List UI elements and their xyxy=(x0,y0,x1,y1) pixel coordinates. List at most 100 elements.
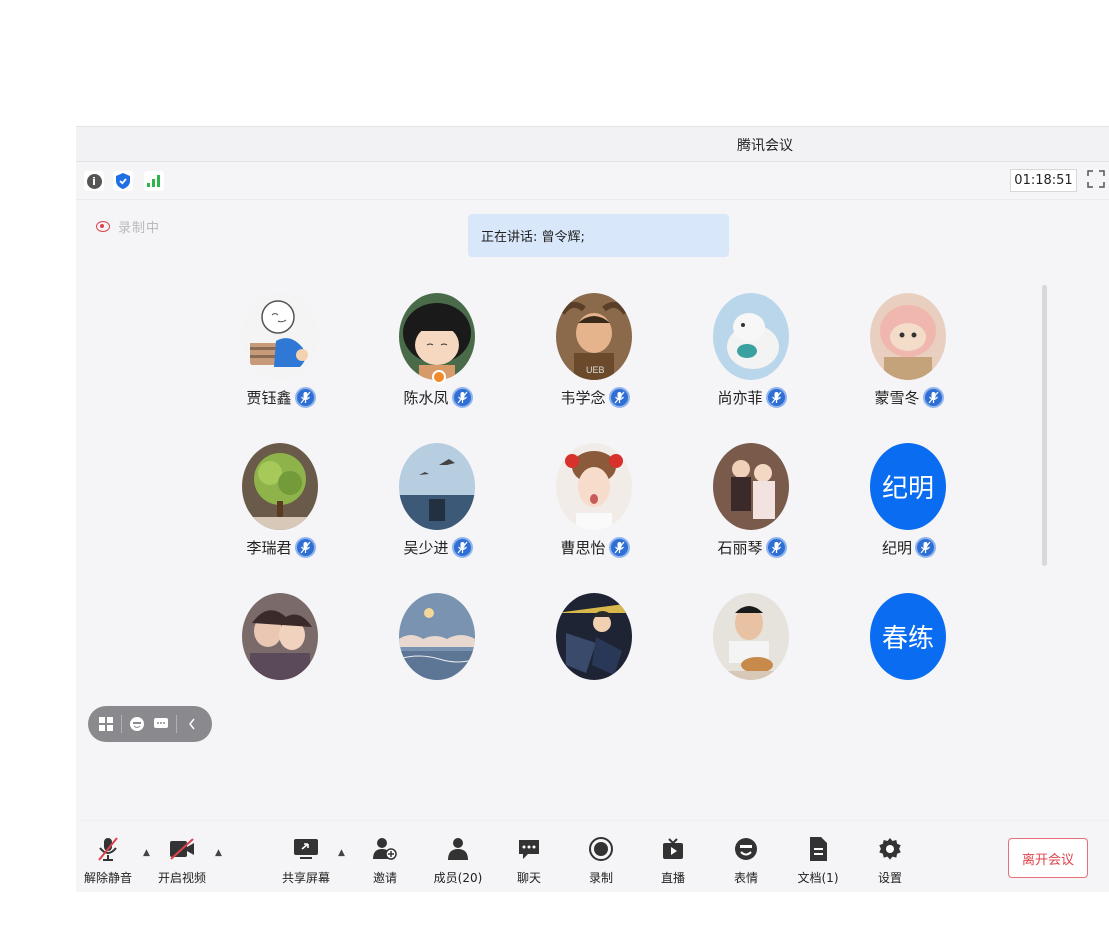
microphone-muted-icon xyxy=(608,387,630,408)
network-signal-icon[interactable] xyxy=(144,171,164,191)
view-controls-float-bar xyxy=(88,706,212,742)
participant-tile[interactable]: 春练 xyxy=(859,590,979,730)
smiley-icon xyxy=(733,835,759,863)
participant-tile[interactable]: 陈水凤 xyxy=(388,290,508,430)
leave-meeting-button[interactable]: 离开会议 xyxy=(1008,838,1088,878)
avatar xyxy=(399,293,475,380)
chat-button[interactable]: 聊天 xyxy=(499,835,559,886)
members-icon xyxy=(446,835,470,863)
share-options-caret-icon[interactable]: ▲ xyxy=(338,848,348,858)
window-title: 腾讯会议 xyxy=(737,138,793,154)
participant-tile[interactable] xyxy=(702,590,822,730)
host-badge-icon xyxy=(432,370,446,384)
participant-tile[interactable]: 吴少进 xyxy=(388,440,508,580)
meeting-window: 腾讯会议 i 01:18:51 录制中 正在讲话: 曾令辉; 贾钰鑫 陈水凤 U… xyxy=(76,126,1109,892)
svg-text:UEB: UEB xyxy=(586,365,605,375)
record-label: 录制 xyxy=(588,871,613,885)
microphone-muted-icon xyxy=(294,387,316,408)
avatar xyxy=(870,293,946,380)
reactions-label: 表情 xyxy=(733,871,758,885)
participant-name-row: 贾钰鑫 xyxy=(231,387,351,408)
chat-bubble-icon[interactable] xyxy=(152,715,170,733)
avatar xyxy=(556,443,632,530)
participant-name: 贾钰鑫 xyxy=(246,389,292,407)
microphone-muted-icon xyxy=(451,537,473,558)
participant-tile[interactable]: 曹思怡 xyxy=(545,440,665,580)
start-video-label: 开启视频 xyxy=(157,871,206,885)
settings-button[interactable]: 设置 xyxy=(860,835,920,886)
emoji-icon[interactable] xyxy=(128,715,146,733)
record-button[interactable]: 录制 xyxy=(571,835,631,886)
participant-tile[interactable]: 蒙雪冬 xyxy=(859,290,979,430)
live-stream-icon xyxy=(661,835,685,863)
layout-grid-icon[interactable] xyxy=(97,715,115,733)
participant-name: 蒙雪冬 xyxy=(874,389,920,407)
participant-tile[interactable]: 李瑞君 xyxy=(231,440,351,580)
recording-label: 录制中 xyxy=(118,221,161,236)
avatar-initials: 春练 xyxy=(870,593,946,680)
participant-tile[interactable]: 石丽琴 xyxy=(702,440,822,580)
avatar xyxy=(713,293,789,380)
avatar xyxy=(713,443,789,530)
live-stream-label: 直播 xyxy=(660,871,685,885)
document-icon xyxy=(807,835,829,863)
participant-tile[interactable]: 贾钰鑫 xyxy=(231,290,351,430)
participant-name: 吴少进 xyxy=(403,539,449,557)
meeting-timer: 01:18:51 xyxy=(1010,169,1077,192)
gear-icon xyxy=(877,835,903,863)
microphone-muted-icon xyxy=(915,537,936,558)
participant-name-row: 陈水凤 xyxy=(388,387,508,408)
participant-name: 石丽琴 xyxy=(717,539,763,557)
microphone-muted-icon xyxy=(451,387,473,408)
fullscreen-icon[interactable] xyxy=(1087,170,1107,190)
reactions-button[interactable]: 表情 xyxy=(716,835,776,886)
invite-button[interactable]: 邀请 xyxy=(355,835,415,886)
participant-name-row: 尚亦菲 xyxy=(702,387,822,408)
participant-name-row: 纪明 xyxy=(859,537,979,558)
participant-tile[interactable]: 尚亦菲 xyxy=(702,290,822,430)
participant-name-row: 韦学念 xyxy=(545,387,665,408)
microphone-muted-icon xyxy=(765,537,787,558)
share-screen-label: 共享屏幕 xyxy=(281,871,330,885)
participant-tile[interactable]: UEB 韦学念 xyxy=(545,290,665,430)
participant-tile[interactable] xyxy=(231,590,351,730)
avatar xyxy=(399,443,475,530)
start-video-button[interactable]: 开启视频 xyxy=(152,835,212,886)
chat-icon xyxy=(517,835,541,863)
docs-button[interactable]: 文档(1) xyxy=(788,835,848,886)
participant-name: 尚亦菲 xyxy=(717,389,763,407)
share-screen-button[interactable]: 共享屏幕 xyxy=(276,835,336,886)
collapse-chevron-icon[interactable] xyxy=(183,715,201,733)
title-bar: 腾讯会议 xyxy=(76,127,1109,162)
avatar xyxy=(556,593,632,680)
participant-tile[interactable] xyxy=(388,590,508,730)
security-shield-icon[interactable] xyxy=(113,171,133,191)
settings-label: 设置 xyxy=(877,871,902,885)
video-options-caret-icon[interactable]: ▲ xyxy=(215,848,225,858)
unmute-button[interactable]: 解除静音 xyxy=(78,835,138,886)
meeting-info-icon[interactable]: i xyxy=(84,171,104,191)
members-button[interactable]: 成员(20) xyxy=(428,835,488,886)
avatar: UEB xyxy=(556,293,632,380)
avatar xyxy=(242,443,318,530)
live-stream-button[interactable]: 直播 xyxy=(643,835,703,886)
members-label: 成员(20) xyxy=(433,871,483,885)
participant-name: 韦学念 xyxy=(560,389,606,407)
invite-user-icon xyxy=(372,835,398,863)
divider xyxy=(176,715,177,733)
participant-tile[interactable] xyxy=(545,590,665,730)
participant-name-row: 曹思怡 xyxy=(545,537,665,558)
participant-name-row: 石丽琴 xyxy=(702,537,822,558)
invite-label: 邀请 xyxy=(372,871,397,885)
avatar xyxy=(242,593,318,680)
bottom-toolbar: 解除静音 ▲ 开启视频 ▲ 共享屏幕 ▲ 邀请 成员(20) 聊天 录制 直播 … xyxy=(76,820,1109,892)
participant-tile[interactable]: 纪明 纪明 xyxy=(859,440,979,580)
microphone-off-icon xyxy=(96,835,120,863)
participant-name-row: 李瑞君 xyxy=(231,537,351,558)
microphone-muted-icon xyxy=(765,387,787,408)
recording-indicator: 录制中 xyxy=(96,217,160,236)
participant-name-row: 蒙雪冬 xyxy=(859,387,979,408)
speaking-banner: 正在讲话: 曾令辉; xyxy=(468,214,729,257)
scrollbar[interactable] xyxy=(1042,285,1047,566)
docs-label: 文档(1) xyxy=(797,871,839,885)
